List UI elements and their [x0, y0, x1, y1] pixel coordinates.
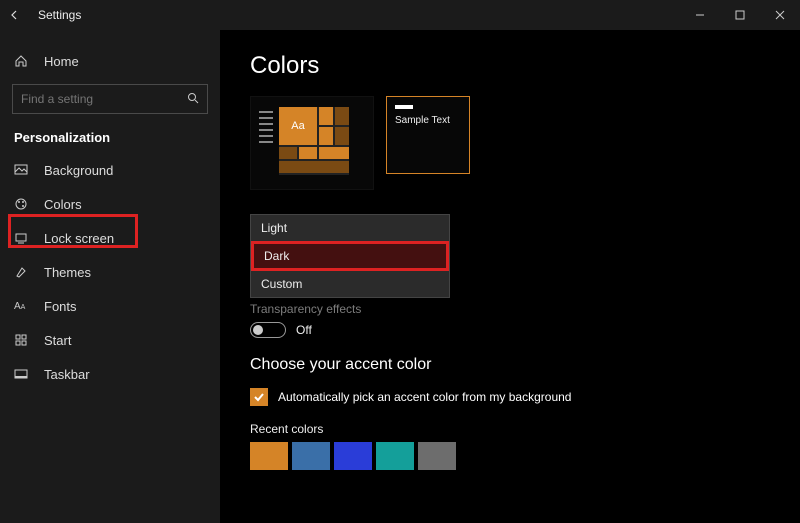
window-title: Settings [38, 8, 81, 22]
close-button[interactable] [760, 0, 800, 30]
home-label: Home [44, 54, 79, 69]
toggle-state: Off [296, 323, 312, 337]
palette-icon [14, 197, 36, 211]
sidebar-item-label: Colors [44, 197, 82, 212]
sidebar-item-label: Themes [44, 265, 91, 280]
auto-pick-label: Automatically pick an accent color from … [278, 390, 571, 404]
home-icon [14, 54, 36, 68]
search-icon [187, 92, 199, 107]
option-light[interactable]: Light [251, 215, 449, 241]
sidebar: Home Personalization Background Colors L… [0, 30, 220, 523]
color-mode-dropdown[interactable]: Light Dark Custom [250, 214, 450, 298]
titlebar: Settings [0, 0, 800, 30]
sidebar-item-colors[interactable]: Colors [0, 187, 220, 221]
sidebar-item-label: Fonts [44, 299, 77, 314]
transparency-toggle[interactable] [250, 322, 286, 338]
sidebar-item-start[interactable]: Start [0, 323, 220, 357]
sidebar-item-label: Background [44, 163, 113, 178]
sidebar-item-background[interactable]: Background [0, 153, 220, 187]
start-icon [14, 333, 36, 347]
swatch-5[interactable] [418, 442, 456, 470]
sidebar-item-label: Start [44, 333, 71, 348]
content-area: Colors Aa S [220, 30, 800, 523]
sidebar-item-label: Lock screen [44, 231, 114, 246]
swatch-1[interactable] [250, 442, 288, 470]
home-link[interactable]: Home [0, 44, 220, 78]
sidebar-item-label: Taskbar [44, 367, 90, 382]
auto-pick-checkbox[interactable] [250, 388, 268, 406]
accent-heading: Choose your accent color [250, 356, 800, 374]
search-input[interactable] [21, 92, 187, 106]
page-title: Colors [250, 52, 800, 80]
option-custom[interactable]: Custom [251, 271, 449, 297]
swatch-3[interactable] [334, 442, 372, 470]
lockscreen-icon [14, 231, 36, 245]
sidebar-item-fonts[interactable]: AA Fonts [0, 289, 220, 323]
sidebar-item-lockscreen[interactable]: Lock screen [0, 221, 220, 255]
sidebar-item-taskbar[interactable]: Taskbar [0, 357, 220, 391]
preview-window: Sample Text [386, 96, 470, 174]
taskbar-icon [14, 367, 36, 381]
minimize-button[interactable] [680, 0, 720, 30]
search-box[interactable] [12, 84, 208, 114]
recent-colors-label: Recent colors [250, 422, 800, 436]
sample-text: Sample Text [395, 115, 461, 126]
swatch-2[interactable] [292, 442, 330, 470]
maximize-button[interactable] [720, 0, 760, 30]
picture-icon [14, 163, 36, 177]
transparency-label: Transparency effects [250, 302, 800, 316]
recent-colors [250, 442, 800, 470]
back-button[interactable] [0, 0, 30, 30]
auto-pick-row[interactable]: Automatically pick an accent color from … [250, 388, 800, 406]
preview-area: Aa Sample Text [250, 96, 800, 190]
section-label: Personalization [0, 118, 220, 153]
preview-aa: Aa [279, 107, 317, 145]
preview-taskbar: Aa [250, 96, 374, 190]
option-dark[interactable]: Dark [251, 241, 449, 271]
sidebar-item-themes[interactable]: Themes [0, 255, 220, 289]
swatch-4[interactable] [376, 442, 414, 470]
themes-icon [14, 265, 36, 279]
fonts-icon: AA [14, 301, 36, 312]
